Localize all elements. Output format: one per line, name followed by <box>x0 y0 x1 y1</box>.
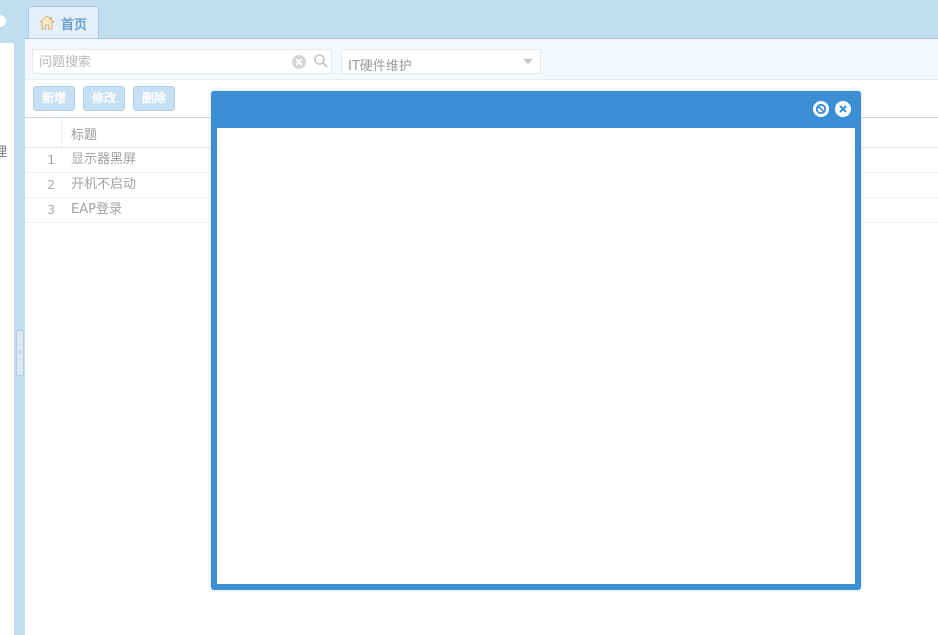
row-number: 3 <box>47 203 55 217</box>
delete-button[interactable]: 删除 <box>133 86 175 111</box>
search-input[interactable] <box>39 53 289 71</box>
modal-body[interactable] <box>217 128 855 584</box>
column-header-title[interactable]: 标题 <box>71 124 97 143</box>
left-sidebar: 理 <box>0 0 15 635</box>
search-icon[interactable] <box>313 53 329 69</box>
new-button[interactable]: 新增 <box>33 86 75 111</box>
home-icon <box>39 15 55 30</box>
tab-home[interactable]: 首页 <box>28 6 99 38</box>
clear-icon[interactable] <box>292 55 306 69</box>
chevron-down-icon <box>523 59 533 64</box>
tab-label: 首页 <box>61 18 88 33</box>
category-select[interactable]: IT硬件维护 <box>341 49 541 74</box>
sidebar-item-label[interactable]: 理 <box>0 141 7 160</box>
row-title: 开机不启动 <box>71 177 137 192</box>
edit-button[interactable]: 修改 <box>83 86 125 111</box>
chevron-left-icon: ‹ <box>18 347 22 356</box>
modal-header[interactable] <box>211 91 861 127</box>
splitter-toggle-button[interactable]: ‹ <box>16 330 24 376</box>
row-title: EAP登录 <box>71 202 122 217</box>
row-number-header <box>25 118 62 147</box>
row-number: 1 <box>47 153 55 167</box>
modal-dialog <box>211 91 861 590</box>
restore-icon[interactable] <box>813 101 829 117</box>
search-box <box>32 49 332 74</box>
row-title: 显示器黑屏 <box>71 152 137 167</box>
category-select-value: IT硬件维护 <box>348 59 412 74</box>
search-bar: IT硬件维护 <box>25 39 938 80</box>
layout-splitter[interactable] <box>15 0 25 635</box>
row-number: 2 <box>47 178 55 192</box>
close-icon[interactable] <box>835 101 851 117</box>
tab-bar: 首页 <box>25 0 938 38</box>
